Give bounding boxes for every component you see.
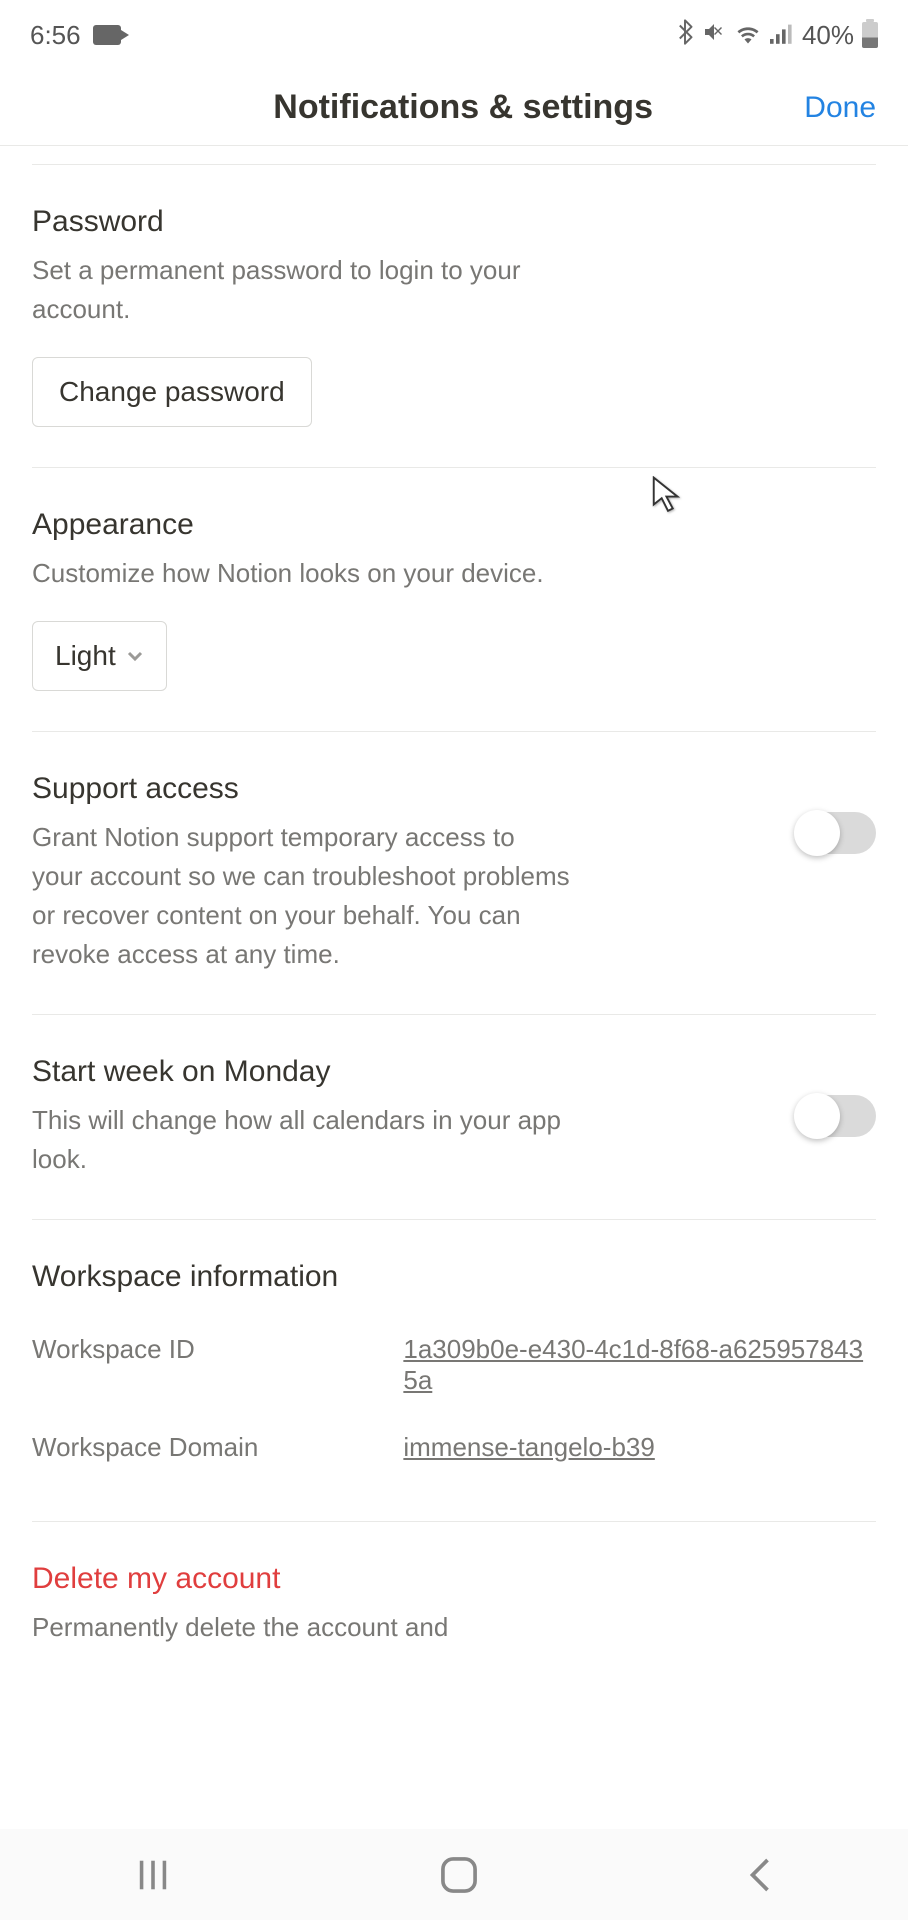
support-access-desc: Grant Notion support temporary access to… — [32, 818, 572, 974]
delete-account-desc: Permanently delete the account and — [32, 1608, 672, 1647]
back-button[interactable] — [745, 1857, 775, 1893]
camera-icon — [93, 25, 121, 45]
page-title: Notifications & settings — [122, 88, 804, 127]
workspace-domain-row: Workspace Domain immense-tangelo-b39 — [32, 1414, 876, 1481]
header: Notifications & settings Done — [0, 70, 908, 146]
workspace-id-row: Workspace ID 1a309b0e-e430-4c1d-8f68-a62… — [32, 1316, 876, 1414]
appearance-desc: Customize how Notion looks on your devic… — [32, 554, 572, 593]
wifi-icon — [734, 20, 762, 51]
start-week-toggle[interactable] — [796, 1095, 876, 1137]
support-access-title: Support access — [32, 772, 572, 806]
battery-icon — [862, 22, 878, 48]
toggle-thumb — [794, 1093, 840, 1139]
battery-text: 40% — [802, 20, 854, 51]
password-desc: Set a permanent password to login to you… — [32, 251, 572, 329]
workspace-domain-label: Workspace Domain — [32, 1432, 403, 1463]
workspace-id-value[interactable]: 1a309b0e-e430-4c1d-8f68-a6259578435a — [403, 1334, 876, 1396]
start-week-title: Start week on Monday — [32, 1055, 572, 1089]
toggle-thumb — [794, 810, 840, 856]
delete-account-section[interactable]: Delete my account Permanently delete the… — [32, 1522, 876, 1657]
system-nav-bar — [0, 1829, 908, 1920]
password-section: Password Set a permanent password to log… — [32, 164, 876, 468]
bluetooth-icon — [676, 19, 694, 52]
volume-mute-icon — [702, 20, 726, 51]
delete-account-title: Delete my account — [32, 1562, 876, 1596]
appearance-section: Appearance Customize how Notion looks on… — [32, 468, 876, 732]
support-access-section: Support access Grant Notion support temp… — [32, 732, 876, 1015]
start-week-desc: This will change how all calendars in yo… — [32, 1101, 572, 1179]
appearance-select[interactable]: Light — [32, 621, 167, 691]
recents-button[interactable] — [133, 1857, 173, 1893]
status-time: 6:56 — [30, 20, 81, 51]
status-right: 40% — [676, 19, 878, 52]
signal-icon — [770, 20, 794, 51]
change-password-button[interactable]: Change password — [32, 357, 312, 427]
status-bar: 6:56 40% — [0, 0, 908, 70]
appearance-select-value: Light — [55, 640, 116, 672]
workspace-info-title: Workspace information — [32, 1260, 876, 1294]
support-access-toggle[interactable] — [796, 812, 876, 854]
appearance-title: Appearance — [32, 508, 876, 542]
done-button[interactable]: Done — [804, 91, 876, 125]
workspace-info-section: Workspace information Workspace ID 1a309… — [32, 1220, 876, 1522]
start-week-section: Start week on Monday This will change ho… — [32, 1015, 876, 1220]
password-title: Password — [32, 205, 876, 239]
chevron-down-icon — [126, 647, 144, 665]
home-button[interactable] — [440, 1856, 478, 1894]
workspace-id-label: Workspace ID — [32, 1334, 403, 1396]
workspace-domain-value[interactable]: immense-tangelo-b39 — [403, 1432, 876, 1463]
status-left: 6:56 — [30, 20, 121, 51]
